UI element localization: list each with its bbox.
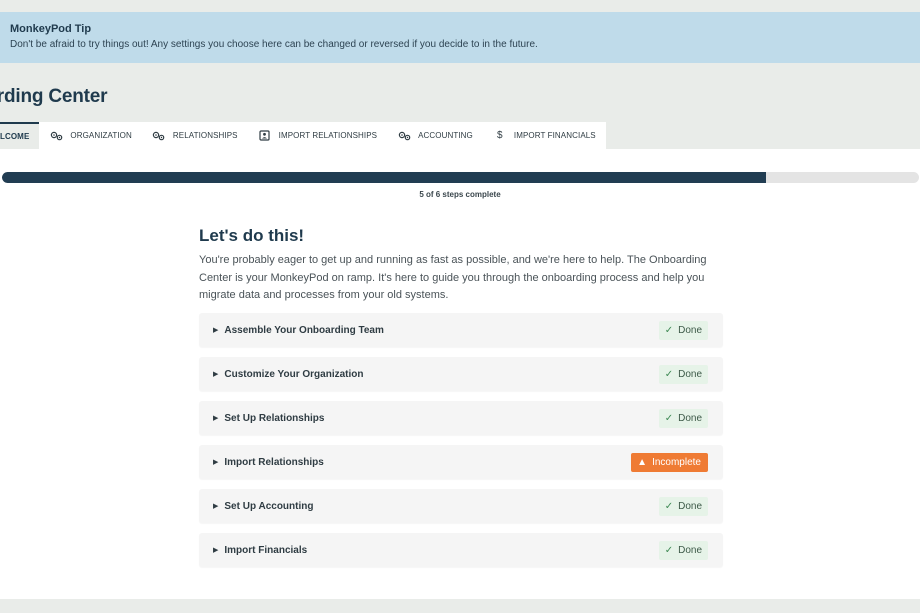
caret-right-icon: ▶	[213, 327, 219, 334]
intro-heading: Let's do this!	[199, 226, 305, 245]
caret-right-icon: ▶	[213, 415, 219, 422]
caret-right-icon: ▶	[213, 459, 219, 466]
progress-bar-fill	[2, 172, 767, 183]
tab-accounting[interactable]: ACCOUNTING	[387, 122, 483, 149]
progress-label: 5 of 6 steps complete	[419, 190, 501, 199]
caret-right-icon: ▶	[213, 503, 219, 510]
step-customize-organization[interactable]: ▶ Customize Your Organization ✓ Done	[199, 357, 723, 391]
step-label: Assemble Your Onboarding Team	[224, 324, 384, 336]
progress-bar	[2, 172, 919, 183]
step-assemble-team[interactable]: ▶ Assemble Your Onboarding Team ✓ Done	[199, 313, 723, 347]
gears-icon	[397, 131, 411, 141]
tab-welcome[interactable]: LCOME	[0, 122, 40, 149]
status-text: Done	[678, 544, 702, 556]
status-badge: ✓ Done	[658, 364, 708, 384]
gears-icon	[152, 131, 166, 141]
gears-icon	[49, 131, 63, 141]
step-set-up-accounting[interactable]: ▶ Set Up Accounting ✓ Done	[199, 489, 723, 523]
tab-bar: LCOME ORGANIZATION RELATIONSHIPS IMPORT …	[0, 122, 606, 149]
tab-label: IMPORT RELATIONSHIPS	[278, 131, 378, 140]
status-badge: ✓ Done	[658, 408, 708, 428]
check-icon: ✓	[664, 500, 674, 512]
status-badge: ✓ Done	[658, 540, 708, 560]
tip-banner: MonkeyPod Tip Don't be afraid to try thi…	[0, 12, 920, 63]
warning-icon: ▲	[637, 456, 648, 468]
caret-right-icon: ▶	[213, 371, 219, 378]
status-text: Done	[678, 412, 702, 424]
check-icon: ✓	[664, 412, 674, 424]
tab-label: ORGANIZATION	[70, 131, 132, 140]
tab-label: RELATIONSHIPS	[172, 131, 238, 140]
step-import-financials[interactable]: ▶ Import Financials ✓ Done	[199, 533, 723, 567]
main-content: 5 of 6 steps complete Let's do this! You…	[0, 149, 920, 599]
status-badge: ✓ Done	[658, 496, 708, 516]
caret-right-icon: ▶	[213, 547, 219, 554]
step-label: Import Relationships	[224, 456, 324, 468]
step-label: Set Up Relationships	[224, 412, 325, 424]
intro-body: You're probably eager to get up and runn…	[199, 254, 707, 301]
tab-label: IMPORT FINANCIALS	[513, 131, 596, 140]
status-text: Done	[678, 500, 702, 512]
check-icon: ✓	[664, 368, 674, 380]
step-set-up-relationships[interactable]: ▶ Set Up Relationships ✓ Done	[199, 401, 723, 435]
check-icon: ✓	[664, 324, 674, 336]
tab-label: ACCOUNTING	[418, 131, 473, 140]
intro-section: Let's do this! You're probably eager to …	[199, 226, 729, 305]
step-import-relationships[interactable]: ▶ Import Relationships ▲ Incomplete	[199, 445, 723, 479]
tab-import-relationships[interactable]: IMPORT RELATIONSHIPS	[248, 122, 387, 149]
status-badge: ✓ Done	[658, 320, 708, 340]
tip-text: Don't be afraid to try things out! Any s…	[10, 39, 538, 50]
step-label: Customize Your Organization	[224, 368, 364, 380]
status-text: Done	[678, 368, 702, 380]
status-text: Done	[678, 324, 702, 336]
dollar-icon: $	[497, 130, 503, 141]
contact-card-icon	[258, 130, 272, 141]
check-icon: ✓	[664, 544, 674, 556]
status-badge: ▲ Incomplete	[631, 452, 708, 472]
tab-relationships[interactable]: RELATIONSHIPS	[142, 122, 248, 149]
steps-list: ▶ Assemble Your Onboarding Team ✓ Done ▶…	[199, 313, 723, 577]
step-label: Import Financials	[224, 544, 308, 556]
page-title: oarding Center	[0, 86, 108, 107]
step-label: Set Up Accounting	[224, 500, 314, 512]
status-text: Incomplete	[652, 456, 701, 468]
tab-label: LCOME	[0, 132, 30, 141]
tab-organization[interactable]: ORGANIZATION	[39, 122, 142, 149]
tip-title: MonkeyPod Tip	[10, 23, 92, 35]
tab-import-financials[interactable]: $ IMPORT FINANCIALS	[483, 122, 606, 149]
